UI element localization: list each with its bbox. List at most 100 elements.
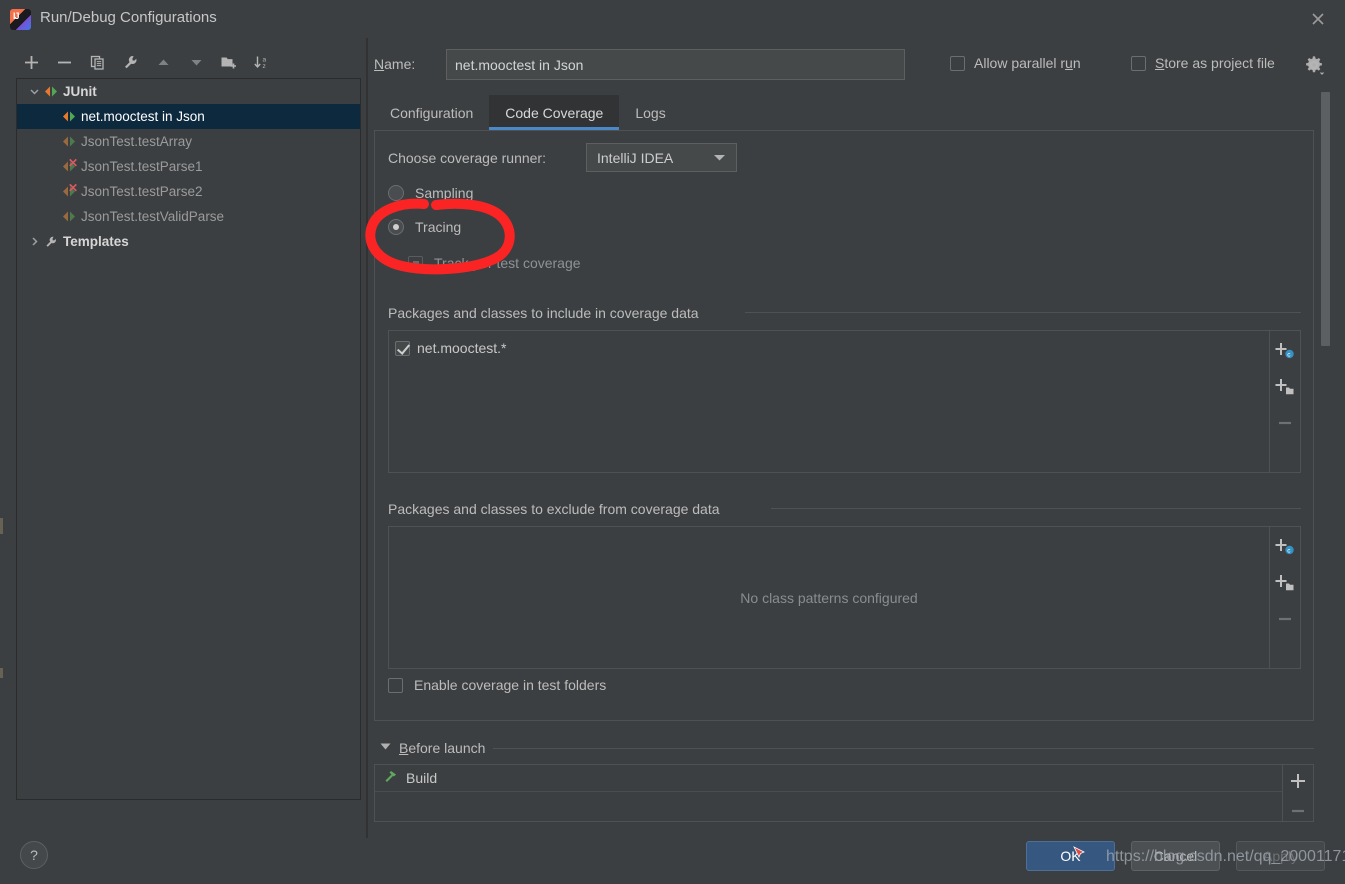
track-per-test-coverage-checkbox: Track per test coverage	[408, 255, 581, 271]
build-hammer-icon	[383, 769, 398, 787]
tree-group-junit[interactable]: JUnit	[17, 79, 360, 104]
remove-configuration-button[interactable]	[49, 49, 79, 77]
include-section-rule	[745, 312, 1301, 313]
tree-group-label: JUnit	[63, 84, 97, 99]
include-patterns-items: net.mooctest.*	[389, 331, 1269, 472]
copy-configuration-button[interactable]	[82, 49, 112, 77]
radio-circle	[388, 219, 404, 235]
list-item-label: net.mooctest.*	[417, 340, 507, 356]
sort-az-icon[interactable]: a z	[247, 49, 277, 77]
junit-icon	[43, 85, 59, 98]
checkbox-box	[388, 677, 403, 693]
tree-item-net-mooctest-in-json[interactable]: net.mooctest in Json	[17, 104, 360, 129]
vertical-scrollbar-thumb[interactable]	[1321, 92, 1330, 346]
before-launch-task-label: Build	[406, 770, 438, 786]
include-list-buttons: c	[1269, 331, 1300, 472]
error-badge-icon: ✕	[68, 181, 79, 195]
watermark-text: https://blog.csdn.net/qq_20001171	[1106, 848, 1345, 865]
help-button[interactable]: ?	[20, 841, 48, 869]
before-launch-rule	[493, 747, 1314, 749]
tree-item-jsontest-testarray[interactable]: JsonTest.testArray	[17, 129, 360, 154]
include-patterns-list: net.mooctest.* c	[388, 330, 1301, 473]
gear-icon[interactable]	[1303, 54, 1325, 76]
junit-icon	[61, 210, 77, 223]
remove-task-button	[1286, 802, 1310, 822]
junit-icon	[61, 110, 77, 123]
wrench-icon	[43, 235, 59, 248]
checkbox-box	[408, 255, 423, 271]
store-as-project-file-label: Store as project file	[1155, 55, 1275, 71]
edge-artifact	[0, 518, 3, 534]
edge-artifact	[0, 668, 3, 678]
exclude-section-title: Packages and classes to exclude from cov…	[388, 501, 720, 517]
tree-item-jsontest-testvalidparse[interactable]: JsonTest.testValidParse	[17, 204, 360, 229]
store-as-project-file-checkbox[interactable]: Store as project file	[1131, 55, 1275, 71]
before-launch-task-build[interactable]: Build	[375, 765, 1282, 792]
exclude-section-rule	[771, 508, 1301, 509]
tree-group-label: Templates	[63, 234, 129, 249]
tree-item-label: JsonTest.testArray	[81, 134, 193, 149]
run-debug-configurations-dialog: IJ Run/Debug Configurations a z JUnit ne…	[0, 0, 1345, 884]
triangle-down-icon[interactable]	[380, 742, 391, 754]
arrow-down-icon[interactable]	[181, 49, 211, 77]
chevron-down-icon	[713, 150, 726, 165]
sidebar-splitter[interactable]	[366, 38, 368, 838]
tree-item-label: JsonTest.testValidParse	[81, 209, 225, 224]
ok-button[interactable]: OK	[1026, 841, 1115, 871]
junit-icon: ✕	[61, 157, 78, 173]
tab-label: Logs	[635, 104, 666, 121]
code-coverage-panel: Choose coverage runner: IntelliJ IDEA Sa…	[374, 131, 1314, 721]
chevron-down-icon[interactable]	[25, 86, 43, 97]
configurations-toolbar: a z	[16, 46, 356, 79]
coverage-runner-select[interactable]: IntelliJ IDEA	[586, 143, 737, 172]
wrench-icon[interactable]	[115, 49, 145, 77]
enable-coverage-in-test-folders-label: Enable coverage in test folders	[414, 677, 607, 693]
tab-logs[interactable]: Logs	[619, 95, 681, 130]
junit-icon	[61, 135, 77, 148]
tab-bar: Configuration Code Coverage Logs	[374, 95, 1314, 130]
title-bar: IJ Run/Debug Configurations	[0, 0, 1345, 38]
window-title: Run/Debug Configurations	[40, 9, 217, 26]
tab-code-coverage[interactable]: Code Coverage	[489, 95, 620, 130]
tree-item-jsontest-testparse2[interactable]: ✕ JsonTest.testParse2	[17, 179, 360, 204]
checkbox-box	[1131, 55, 1146, 71]
exclude-patterns-items: No class patterns configured	[389, 527, 1269, 668]
before-launch-rows: Build	[375, 765, 1282, 821]
tree-group-templates[interactable]: Templates	[17, 229, 360, 254]
include-section-title: Packages and classes to include in cover…	[388, 305, 699, 321]
add-class-icon[interactable]: c	[1273, 339, 1297, 363]
tracing-label: Tracing	[415, 219, 462, 235]
coverage-runner-label: Choose coverage runner:	[388, 150, 546, 166]
add-configuration-button[interactable]	[16, 49, 46, 77]
junit-icon: ✕	[61, 181, 79, 198]
chevron-right-icon[interactable]	[25, 236, 43, 247]
svg-text:z: z	[263, 63, 266, 70]
radio-circle	[388, 185, 404, 201]
list-item[interactable]: net.mooctest.*	[395, 337, 1269, 359]
tree-item-label: net.mooctest in Json	[81, 109, 205, 124]
add-task-button[interactable]	[1286, 771, 1310, 791]
minus-icon	[1273, 411, 1297, 435]
sampling-radio[interactable]: Sampling	[388, 185, 473, 201]
name-label: Name:	[374, 56, 416, 72]
coverage-runner-value: IntelliJ IDEA	[597, 149, 674, 166]
name-input[interactable]	[446, 49, 905, 80]
before-launch-header[interactable]: Before launch	[380, 740, 1314, 756]
enable-coverage-in-test-folders-checkbox[interactable]: Enable coverage in test folders	[388, 677, 606, 693]
exclude-list-buttons: c	[1269, 527, 1300, 668]
tab-configuration[interactable]: Configuration	[374, 95, 489, 130]
add-package-icon[interactable]	[1273, 571, 1297, 595]
add-package-icon[interactable]	[1273, 375, 1297, 399]
before-launch-task-list: Build	[374, 764, 1314, 822]
track-per-test-coverage-label: Track per test coverage	[434, 255, 581, 271]
tab-label: Configuration	[390, 104, 474, 121]
close-icon[interactable]	[1305, 7, 1331, 31]
add-class-icon[interactable]: c	[1273, 535, 1297, 559]
checkbox-box[interactable]	[395, 340, 410, 356]
before-launch-buttons	[1282, 765, 1313, 821]
tracing-radio[interactable]: Tracing	[388, 219, 461, 235]
folder-add-icon[interactable]	[214, 49, 244, 77]
allow-parallel-run-checkbox[interactable]: Allow parallel run	[950, 55, 1081, 71]
arrow-up-icon[interactable]	[148, 49, 178, 77]
tree-item-jsontest-testparse1[interactable]: ✕ JsonTest.testParse1	[17, 154, 360, 179]
